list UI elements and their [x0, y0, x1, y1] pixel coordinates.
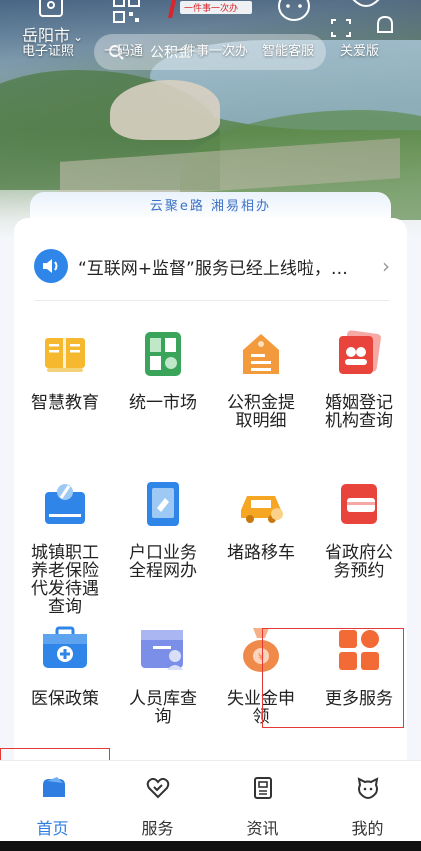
service-label: 智慧教育 — [31, 393, 99, 413]
one-thing-logo-icon[interactable]: 一件事一次办 — [168, 0, 256, 19]
service-move-car[interactable]: 堵路移车 — [212, 478, 310, 562]
news-icon — [210, 775, 315, 801]
tab-home[interactable]: 首页 — [0, 761, 105, 842]
tab-label: 服务 — [141, 819, 174, 838]
statue-image — [110, 80, 220, 140]
card-icon — [333, 478, 385, 530]
bottom-nav: 首页 服务 资讯 我的 — [0, 760, 421, 842]
service-household-online[interactable]: 户口业务 全程网办 — [114, 478, 212, 580]
marriage-icon — [333, 328, 385, 380]
home-icon — [0, 775, 105, 801]
service-gov-appointment[interactable]: 省政府公 务预约 — [310, 478, 408, 580]
svg-text:¥: ¥ — [258, 652, 264, 663]
service-label: 户口业务 全程网办 — [129, 543, 197, 581]
bell-icon[interactable] — [374, 14, 396, 38]
service-more[interactable]: 更多服务 — [310, 624, 408, 708]
quick-label-care-mode[interactable]: 关爱版 — [340, 40, 379, 59]
person-db-icon — [137, 624, 189, 676]
market-icon — [137, 328, 189, 380]
service-smart-education[interactable]: 智慧教育 — [16, 328, 114, 412]
notice-bar[interactable]: “互联网+监督”服务已经上线啦，… › — [34, 246, 390, 286]
service-pension-inquiry[interactable]: 城镇职工 养老保险 代发待遇 查询 — [16, 478, 114, 616]
service-label: 公积金提 取明细 — [227, 393, 295, 431]
pension-icon — [39, 478, 91, 530]
service-personnel-db[interactable]: 人员库查询 — [114, 624, 212, 726]
house-fund-icon — [235, 328, 287, 380]
tab-news[interactable]: 资讯 — [210, 761, 315, 842]
tab-profile[interactable]: 我的 — [315, 761, 420, 842]
id-card-icon[interactable] — [38, 0, 64, 22]
qr-code-icon[interactable] — [112, 0, 142, 24]
robot-icon[interactable] — [276, 0, 312, 24]
system-nav-bar — [0, 841, 421, 851]
service-label: 医保政策 — [31, 689, 99, 709]
service-unified-market[interactable]: 统一市场 — [114, 328, 212, 412]
speaker-icon — [34, 249, 68, 283]
service-label: 统一市场 — [129, 393, 197, 413]
tab-label: 我的 — [351, 819, 384, 838]
service-housing-fund[interactable]: 公积金提 取明细 — [212, 328, 310, 430]
service-label: 更多服务 — [325, 689, 393, 709]
scan-icon[interactable] — [330, 18, 352, 38]
service-label: 城镇职工 养老保险 代发待遇 查询 — [31, 543, 99, 617]
service-unemployment[interactable]: ¥ 失业金申领 — [212, 624, 310, 726]
service-marriage-registry[interactable]: 婚姻登记 机构查询 — [310, 328, 408, 430]
chevron-right-icon[interactable]: › — [382, 254, 390, 278]
service-label: 堵路移车 — [227, 543, 295, 563]
car-icon — [235, 478, 287, 530]
divider — [34, 300, 390, 301]
medical-kit-icon — [39, 624, 91, 676]
profile-icon — [315, 775, 420, 801]
tab-services[interactable]: 服务 — [105, 761, 210, 842]
notice-text: “互联网+监督”服务已经上线啦，… — [78, 258, 348, 279]
service-label: 省政府公 务预约 — [325, 543, 393, 581]
header: 一件事一次办 岳阳市 ⌄ 公积金 电子证照 一码通 一件事一次办 智能客服 关爱版 — [0, 0, 421, 70]
service-medical-policy[interactable]: 医保政策 — [16, 624, 114, 708]
quick-label-id-card[interactable]: 电子证照 — [22, 40, 74, 59]
tab-label: 资讯 — [246, 819, 279, 838]
grid-more-icon — [333, 624, 385, 676]
household-icon — [137, 478, 189, 530]
quick-label-ai-service[interactable]: 智能客服 — [262, 40, 314, 59]
chevron-down-icon: ⌄ — [73, 30, 84, 44]
service-label: 失业金申领 — [227, 689, 295, 727]
service-label: 人员库查询 — [129, 689, 197, 727]
quick-label-qr-code[interactable]: 一码通 — [104, 40, 143, 59]
money-bag-icon: ¥ — [235, 624, 287, 676]
main-card: “互联网+监督”服务已经上线啦，… › 智慧教育 统一市场 公积金提 取明细 婚… — [14, 218, 407, 760]
book-icon — [39, 328, 91, 380]
heart-service-icon — [105, 775, 210, 801]
tab-label: 首页 — [36, 819, 69, 838]
quick-label-one-thing[interactable]: 一件事一次办 — [170, 40, 248, 59]
service-label: 婚姻登记 机构查询 — [325, 393, 393, 431]
